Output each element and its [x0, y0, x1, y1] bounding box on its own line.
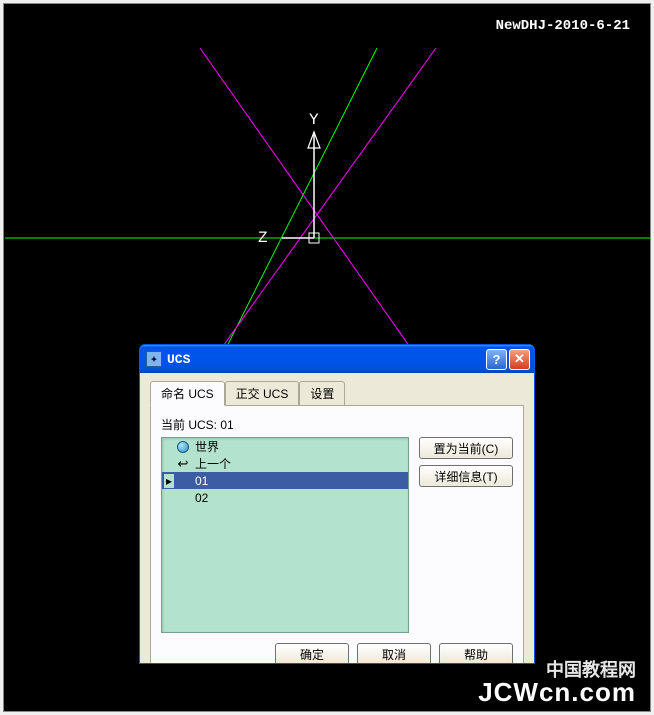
- watermark-date: NewDHJ-2010-6-21: [496, 18, 630, 34]
- ucs-icon: [176, 474, 190, 488]
- ucs-item-01[interactable]: 01: [162, 472, 408, 489]
- dialog-button-row: 确定 取消 帮助: [161, 633, 513, 664]
- ucs-item-label: 02: [195, 491, 208, 505]
- close-icon[interactable]: ✕: [509, 349, 530, 370]
- ucs-item-label: 01: [195, 474, 208, 488]
- dialog-titlebar[interactable]: ✦ UCS ? ✕: [140, 345, 534, 373]
- ucs-item-previous[interactable]: ↩ 上一个: [162, 455, 408, 472]
- help-icon-button[interactable]: ?: [486, 349, 507, 370]
- help-button[interactable]: 帮助: [439, 643, 513, 664]
- ucs-dialog: ✦ UCS ? ✕ 命名 UCS 正交 UCS 设置 当前 UCS: 01 世界: [139, 344, 535, 664]
- watermark-site-url: JCWcn.com: [478, 679, 636, 705]
- tab-panel-named: 当前 UCS: 01 世界 ↩ 上一个 01: [150, 405, 524, 664]
- globe-icon: [176, 440, 190, 454]
- details-button[interactable]: 详细信息(T): [419, 465, 513, 487]
- set-current-button[interactable]: 置为当前(C): [419, 437, 513, 459]
- ucs-item-02[interactable]: 02: [162, 489, 408, 506]
- tab-ortho-ucs[interactable]: 正交 UCS: [225, 381, 300, 405]
- ucs-item-world[interactable]: 世界: [162, 438, 408, 455]
- dialog-body: 命名 UCS 正交 UCS 设置 当前 UCS: 01 世界 ↩ 上一个: [140, 373, 534, 663]
- watermark-site: 中国教程网 JCWcn.com: [478, 661, 636, 705]
- back-arrow-icon: ↩: [176, 457, 190, 471]
- ok-button[interactable]: 确定: [275, 643, 349, 664]
- ucs-list[interactable]: 世界 ↩ 上一个 01 02: [161, 437, 409, 633]
- tab-named-ucs[interactable]: 命名 UCS: [150, 381, 225, 406]
- svg-text:Z: Z: [258, 229, 268, 247]
- cad-viewport: Y Z NewDHJ-2010-6-21 中国教程网 JCWcn.com ✦ U…: [3, 3, 651, 712]
- current-ucs-label: 当前 UCS: 01: [161, 416, 513, 433]
- app-icon: ✦: [146, 351, 162, 367]
- svg-text:Y: Y: [309, 111, 319, 129]
- ucs-item-label: 上一个: [195, 455, 231, 472]
- ucs-item-label: 世界: [195, 438, 219, 455]
- tab-strip: 命名 UCS 正交 UCS 设置: [150, 381, 524, 406]
- dialog-title: UCS: [167, 352, 484, 367]
- tab-settings[interactable]: 设置: [299, 381, 345, 405]
- ucs-icon: [176, 491, 190, 505]
- cancel-button[interactable]: 取消: [357, 643, 431, 664]
- side-button-group: 置为当前(C) 详细信息(T): [419, 437, 513, 633]
